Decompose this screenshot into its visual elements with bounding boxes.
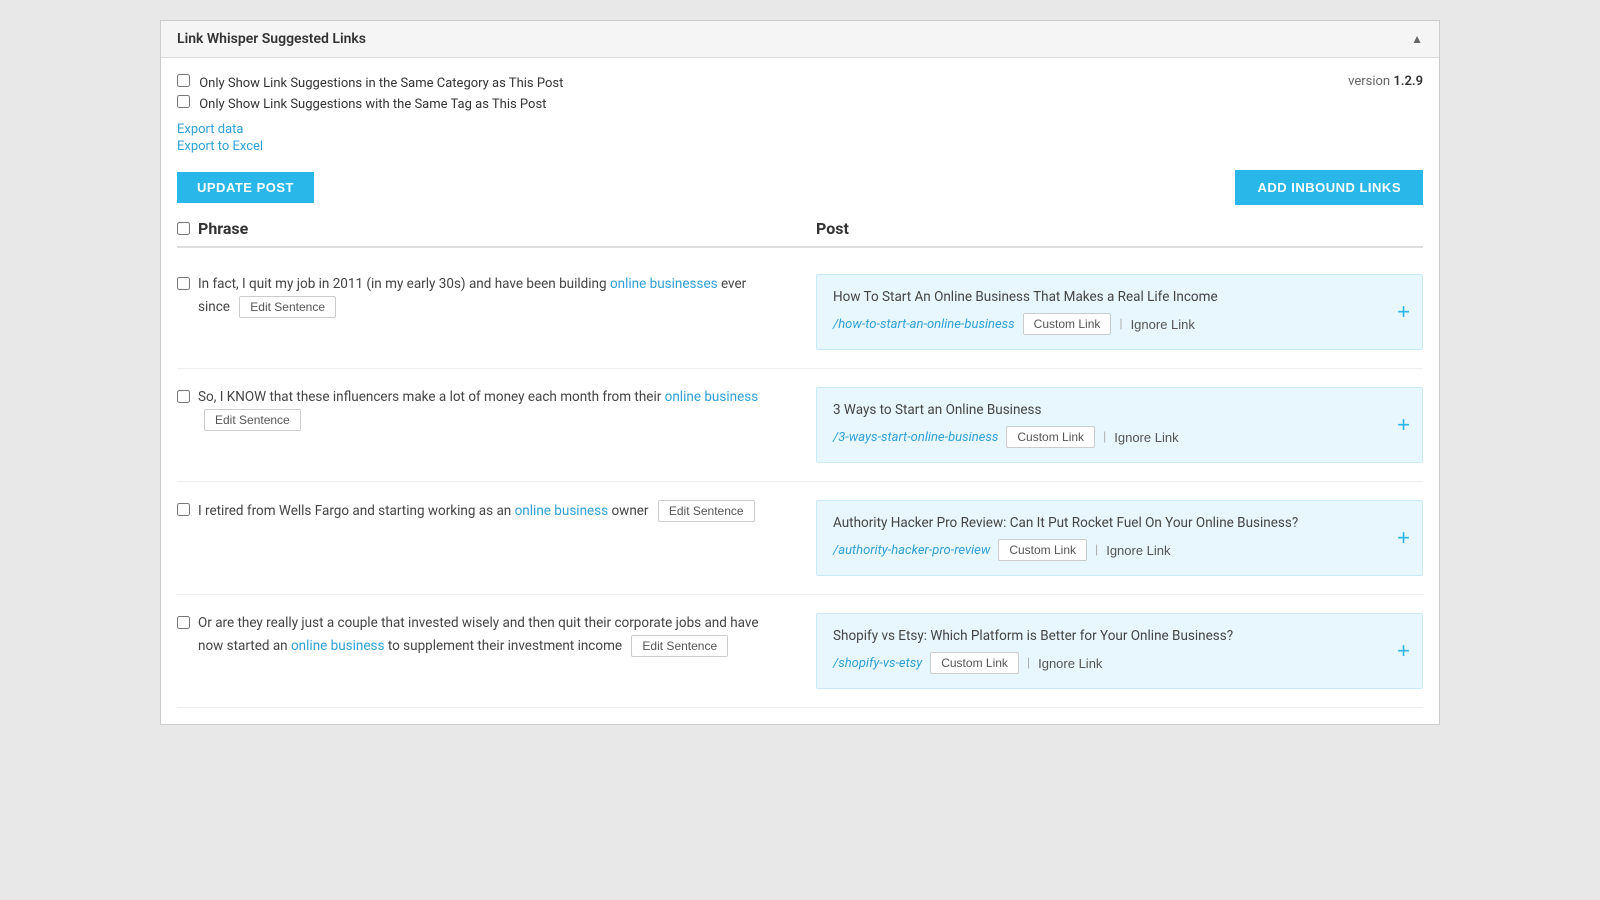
- post-title-0: How To Start An Online Business That Mak…: [833, 289, 1406, 305]
- post-cell: 3 Ways to Start an Online Business /3-wa…: [800, 387, 1423, 463]
- custom-link-button-1[interactable]: Custom Link: [1006, 426, 1095, 448]
- collapse-icon[interactable]: ▲: [1411, 32, 1423, 46]
- options-checkboxes: Only Show Link Suggestions in the Same C…: [177, 74, 563, 156]
- post-url-2[interactable]: /authority-hacker-pro-review: [833, 543, 990, 558]
- post-card-0: How To Start An Online Business That Mak…: [816, 274, 1423, 350]
- phrase-column-header: Phrase: [177, 219, 800, 238]
- plus-button-0[interactable]: +: [1397, 301, 1410, 323]
- add-inbound-links-button[interactable]: ADD INBOUND LINKS: [1235, 170, 1423, 205]
- export-data-link[interactable]: Export data: [177, 122, 563, 137]
- post-card-2: Authority Hacker Pro Review: Can It Put …: [816, 500, 1423, 576]
- separator-0: |: [1119, 317, 1122, 332]
- same-category-option[interactable]: Only Show Link Suggestions in the Same C…: [177, 74, 563, 91]
- action-bar: UPDATE POST ADD INBOUND LINKS: [177, 170, 1423, 205]
- post-card-row-1: /3-ways-start-online-business Custom Lin…: [833, 426, 1406, 448]
- export-links: Export data Export to Excel: [177, 122, 563, 154]
- plus-button-1[interactable]: +: [1397, 414, 1410, 436]
- same-tag-checkbox[interactable]: [177, 95, 190, 108]
- post-title-3: Shopify vs Etsy: Which Platform is Bette…: [833, 628, 1406, 644]
- separator-2: |: [1095, 543, 1098, 558]
- ignore-link-button-2[interactable]: Ignore Link: [1106, 543, 1170, 558]
- phrase-cell: In fact, I quit my job in 2011 (in my ea…: [177, 274, 800, 318]
- row-checkbox-3[interactable]: [177, 616, 190, 629]
- custom-link-button-3[interactable]: Custom Link: [930, 652, 1019, 674]
- phrase-cell: So, I KNOW that these influencers make a…: [177, 387, 800, 431]
- phrase-cell: I retired from Wells Fargo and starting …: [177, 500, 800, 523]
- widget-title: Link Whisper Suggested Links: [177, 31, 366, 47]
- phrase-link-1: online business: [665, 389, 759, 405]
- post-cell: Shopify vs Etsy: Which Platform is Bette…: [800, 613, 1423, 689]
- row-checkbox-2[interactable]: [177, 503, 190, 516]
- export-excel-link[interactable]: Export to Excel: [177, 139, 563, 154]
- options-row: Only Show Link Suggestions in the Same C…: [177, 74, 1423, 156]
- post-column-header: Post: [800, 219, 1423, 238]
- ignore-link-button-0[interactable]: Ignore Link: [1131, 317, 1195, 332]
- post-card-row-0: /how-to-start-an-online-business Custom …: [833, 313, 1406, 335]
- custom-link-button-0[interactable]: Custom Link: [1023, 313, 1112, 335]
- edit-sentence-button-2[interactable]: Edit Sentence: [658, 500, 755, 522]
- phrase-text-1: So, I KNOW that these influencers make a…: [198, 387, 780, 431]
- ignore-link-button-3[interactable]: Ignore Link: [1038, 656, 1102, 671]
- phrase-text-0: In fact, I quit my job in 2011 (in my ea…: [198, 274, 780, 318]
- post-cell: How To Start An Online Business That Mak…: [800, 274, 1423, 350]
- post-card-1: 3 Ways to Start an Online Business /3-wa…: [816, 387, 1423, 463]
- version-info: version 1.2.9: [1348, 74, 1423, 89]
- phrase-link-2: online business: [515, 503, 609, 519]
- edit-sentence-button-1[interactable]: Edit Sentence: [204, 409, 301, 431]
- separator-3: |: [1027, 656, 1030, 671]
- edit-sentence-button-0[interactable]: Edit Sentence: [239, 296, 336, 318]
- phrase-link-0: online businesses: [610, 276, 718, 292]
- post-url-3[interactable]: /shopify-vs-etsy: [833, 656, 922, 671]
- plus-button-3[interactable]: +: [1397, 640, 1410, 662]
- plus-button-2[interactable]: +: [1397, 527, 1410, 549]
- table-row: I retired from Wells Fargo and starting …: [177, 482, 1423, 595]
- phrase-cell: Or are they really just a couple that in…: [177, 613, 800, 657]
- separator-1: |: [1103, 430, 1106, 445]
- phrase-text-2: I retired from Wells Fargo and starting …: [198, 500, 755, 523]
- post-cell: Authority Hacker Pro Review: Can It Put …: [800, 500, 1423, 576]
- post-title-2: Authority Hacker Pro Review: Can It Put …: [833, 515, 1406, 531]
- post-card-row-2: /authority-hacker-pro-review Custom Link…: [833, 539, 1406, 561]
- phrase-link-3: online business: [291, 638, 385, 654]
- table-row: So, I KNOW that these influencers make a…: [177, 369, 1423, 482]
- edit-sentence-button-3[interactable]: Edit Sentence: [631, 635, 728, 657]
- post-title-1: 3 Ways to Start an Online Business: [833, 402, 1406, 418]
- post-url-1[interactable]: /3-ways-start-online-business: [833, 430, 998, 445]
- update-post-button[interactable]: UPDATE POST: [177, 172, 314, 203]
- suggestions-list: In fact, I quit my job in 2011 (in my ea…: [177, 256, 1423, 708]
- select-all-checkbox[interactable]: [177, 222, 190, 235]
- row-checkbox-0[interactable]: [177, 277, 190, 290]
- table-header: Phrase Post: [177, 219, 1423, 248]
- table-row: In fact, I quit my job in 2011 (in my ea…: [177, 256, 1423, 369]
- widget-header: Link Whisper Suggested Links ▲: [161, 21, 1439, 58]
- table-row: Or are they really just a couple that in…: [177, 595, 1423, 708]
- widget-body: Only Show Link Suggestions in the Same C…: [161, 58, 1439, 724]
- same-tag-option[interactable]: Only Show Link Suggestions with the Same…: [177, 95, 563, 112]
- post-card-row-3: /shopify-vs-etsy Custom Link | Ignore Li…: [833, 652, 1406, 674]
- custom-link-button-2[interactable]: Custom Link: [998, 539, 1087, 561]
- phrase-text-3: Or are they really just a couple that in…: [198, 613, 780, 657]
- post-url-0[interactable]: /how-to-start-an-online-business: [833, 317, 1015, 332]
- link-whisper-widget: Link Whisper Suggested Links ▲ Only Show…: [160, 20, 1440, 725]
- ignore-link-button-1[interactable]: Ignore Link: [1114, 430, 1178, 445]
- post-card-3: Shopify vs Etsy: Which Platform is Bette…: [816, 613, 1423, 689]
- same-category-checkbox[interactable]: [177, 74, 190, 87]
- row-checkbox-1[interactable]: [177, 390, 190, 403]
